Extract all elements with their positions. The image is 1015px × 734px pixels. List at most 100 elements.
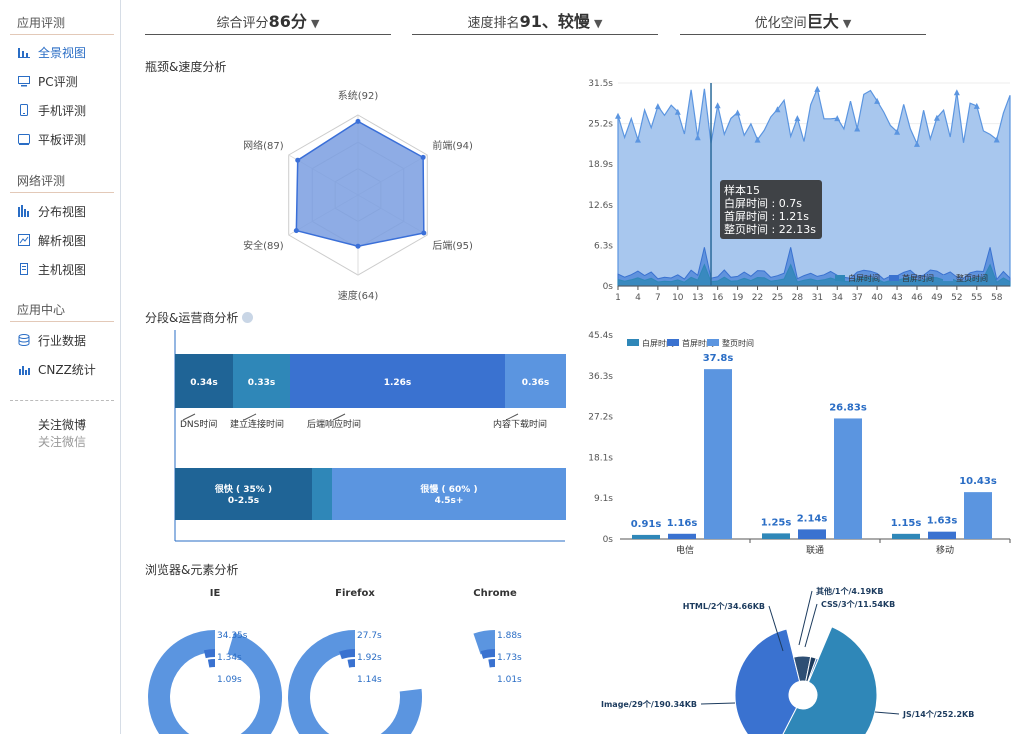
donut-value: 1.34s <box>217 653 242 663</box>
data-label: 0.91s <box>631 519 662 530</box>
sidebar-item-label: PC评测 <box>38 75 78 89</box>
sidebar-item-label: 解析视图 <box>38 234 87 248</box>
bar-chart-icon <box>18 48 30 58</box>
follow-wechat-link[interactable]: 关注微信 <box>38 433 86 450</box>
sidebar-item-host[interactable]: 主机视图 <box>18 261 86 279</box>
y-tick-label: 45.4s <box>588 331 613 341</box>
leader-line <box>700 702 736 705</box>
y-tick-label: 27.2s <box>588 413 613 423</box>
tooltip-line: 首屏时间 : 1.21s <box>724 209 809 223</box>
sidebar-item-tablet[interactable]: 平板评测 <box>18 131 86 149</box>
bar <box>892 533 920 539</box>
browser-panel-title: 浏览器&元素分析 <box>145 563 239 577</box>
radar-axis-label: 网络(87) <box>243 139 284 152</box>
data-point <box>654 103 661 110</box>
sidebar-item-label: 行业数据 <box>38 334 87 348</box>
segment-value: 0.36s <box>522 378 550 388</box>
legend-swatch <box>627 339 639 346</box>
y-tick-label: 25.2s <box>588 120 613 130</box>
x-tick-label: 58 <box>991 293 1003 303</box>
legend-label: 首屏时间 <box>902 273 934 283</box>
leader-line <box>874 711 900 715</box>
bar <box>668 533 696 539</box>
x-tick-label: 52 <box>951 293 962 303</box>
x-tick-label: 43 <box>891 293 902 303</box>
segment-label: DNS时间 <box>180 418 217 430</box>
divider <box>10 400 114 401</box>
sidebar-item-distribution[interactable]: 分布视图 <box>18 203 86 221</box>
segment-range: 4.5s+ <box>435 496 464 506</box>
sidebar-item-pc[interactable]: PC评测 <box>18 73 78 91</box>
leader-line <box>798 590 813 646</box>
radar-axis-label: 安全(89) <box>243 239 284 252</box>
pie-label: HTML/2个/34.66KB <box>683 601 765 611</box>
radar-axis-label: 速度(64) <box>338 289 379 302</box>
x-tick-label: 13 <box>692 293 703 303</box>
data-point <box>615 112 621 119</box>
radar-point <box>293 228 299 234</box>
optimization-dropdown[interactable]: 优化空间巨大 ▼ <box>680 8 926 35</box>
section-title-network: 网络评测 <box>17 174 66 188</box>
legend-swatch <box>889 275 899 281</box>
y-tick-label: 6.3s <box>594 241 613 251</box>
x-tick-label: 移动 <box>936 544 954 556</box>
radar-panel-title: 瓶颈&速度分析 <box>145 60 227 74</box>
sidebar-item-industry[interactable]: 行业数据 <box>18 332 86 350</box>
donut-ring <box>207 658 216 668</box>
y-tick-label: 9.1s <box>594 494 613 504</box>
donut-ring <box>347 659 356 668</box>
x-tick-label: 25 <box>772 293 783 303</box>
data-point <box>794 115 801 122</box>
donut-value: 34.35s <box>217 631 248 641</box>
radar-point <box>420 154 426 160</box>
y-tick-label: 0s <box>603 282 614 292</box>
caret-down-icon: ▼ <box>593 17 603 30</box>
monitor-icon <box>18 76 30 87</box>
data-point <box>714 102 721 109</box>
sidebar-item-overview[interactable]: 全景视图 <box>18 44 86 62</box>
radar-chart: 系统(92) 前端(94) 后端(95) 速度(64) 安全(89) 网络(87) <box>243 89 473 302</box>
donut-ring <box>480 649 496 659</box>
score-label: 速度排名 <box>467 16 520 31</box>
sidebar-item-mobile[interactable]: 手机评测 <box>18 102 86 120</box>
tooltip-title: 样本15 <box>724 183 760 197</box>
donut-ring <box>288 630 423 734</box>
legend-label: 整页时间 <box>722 338 754 348</box>
speed-rank-dropdown[interactable]: 速度排名91、较慢 ▼ <box>412 8 658 35</box>
score-value: 91、较慢 <box>519 12 590 31</box>
radar-axis-label: 前端(94) <box>432 139 473 152</box>
server-icon <box>20 263 28 275</box>
segment-label: 建立连接时间 <box>230 418 284 430</box>
segment-range: 0-2.5s <box>228 496 259 506</box>
overall-score-dropdown[interactable]: 综合评分86分 ▼ <box>145 8 391 35</box>
bar <box>964 492 992 539</box>
tooltip-line: 白屏时间 : 0.7s <box>724 196 802 210</box>
database-icon <box>18 334 30 346</box>
x-tick-label: 4 <box>635 293 641 303</box>
follow-weibo-link[interactable]: 关注微博 <box>38 416 86 433</box>
sidebar-item-cnzz[interactable]: CNZZ统计 <box>18 361 96 379</box>
bar <box>762 533 790 539</box>
x-tick-label: 16 <box>712 293 724 303</box>
segment-label: 后端响应时间 <box>307 418 361 430</box>
legend-label: 整页时间 <box>956 273 988 283</box>
leader-line <box>804 603 818 648</box>
y-tick-label: 36.3s <box>588 372 613 382</box>
donut-ring <box>473 630 496 655</box>
score-value: 巨大 <box>806 12 839 31</box>
section-title-app: 应用评测 <box>17 16 66 30</box>
y-tick-label: 0s <box>603 535 614 545</box>
sidebar-item-label: 主机视图 <box>38 263 87 277</box>
x-tick-label: 1 <box>615 293 621 303</box>
legend-label: 白屏时间 <box>848 273 880 283</box>
bar <box>928 531 956 539</box>
segment-bar <box>312 468 332 520</box>
help-icon[interactable] <box>242 312 254 323</box>
area-chart: 31.5s 25.2s 18.9s 12.6s 6.3s 0s1 4 7 10 13 16 19 22 2… <box>588 79 1011 303</box>
bar <box>798 529 826 539</box>
data-label: 26.83s <box>829 402 867 413</box>
sidebar-item-analysis[interactable]: 解析视图 <box>18 232 86 250</box>
radar-point <box>421 230 427 236</box>
radar-point <box>355 118 361 124</box>
x-tick-label: 联通 <box>806 545 824 556</box>
